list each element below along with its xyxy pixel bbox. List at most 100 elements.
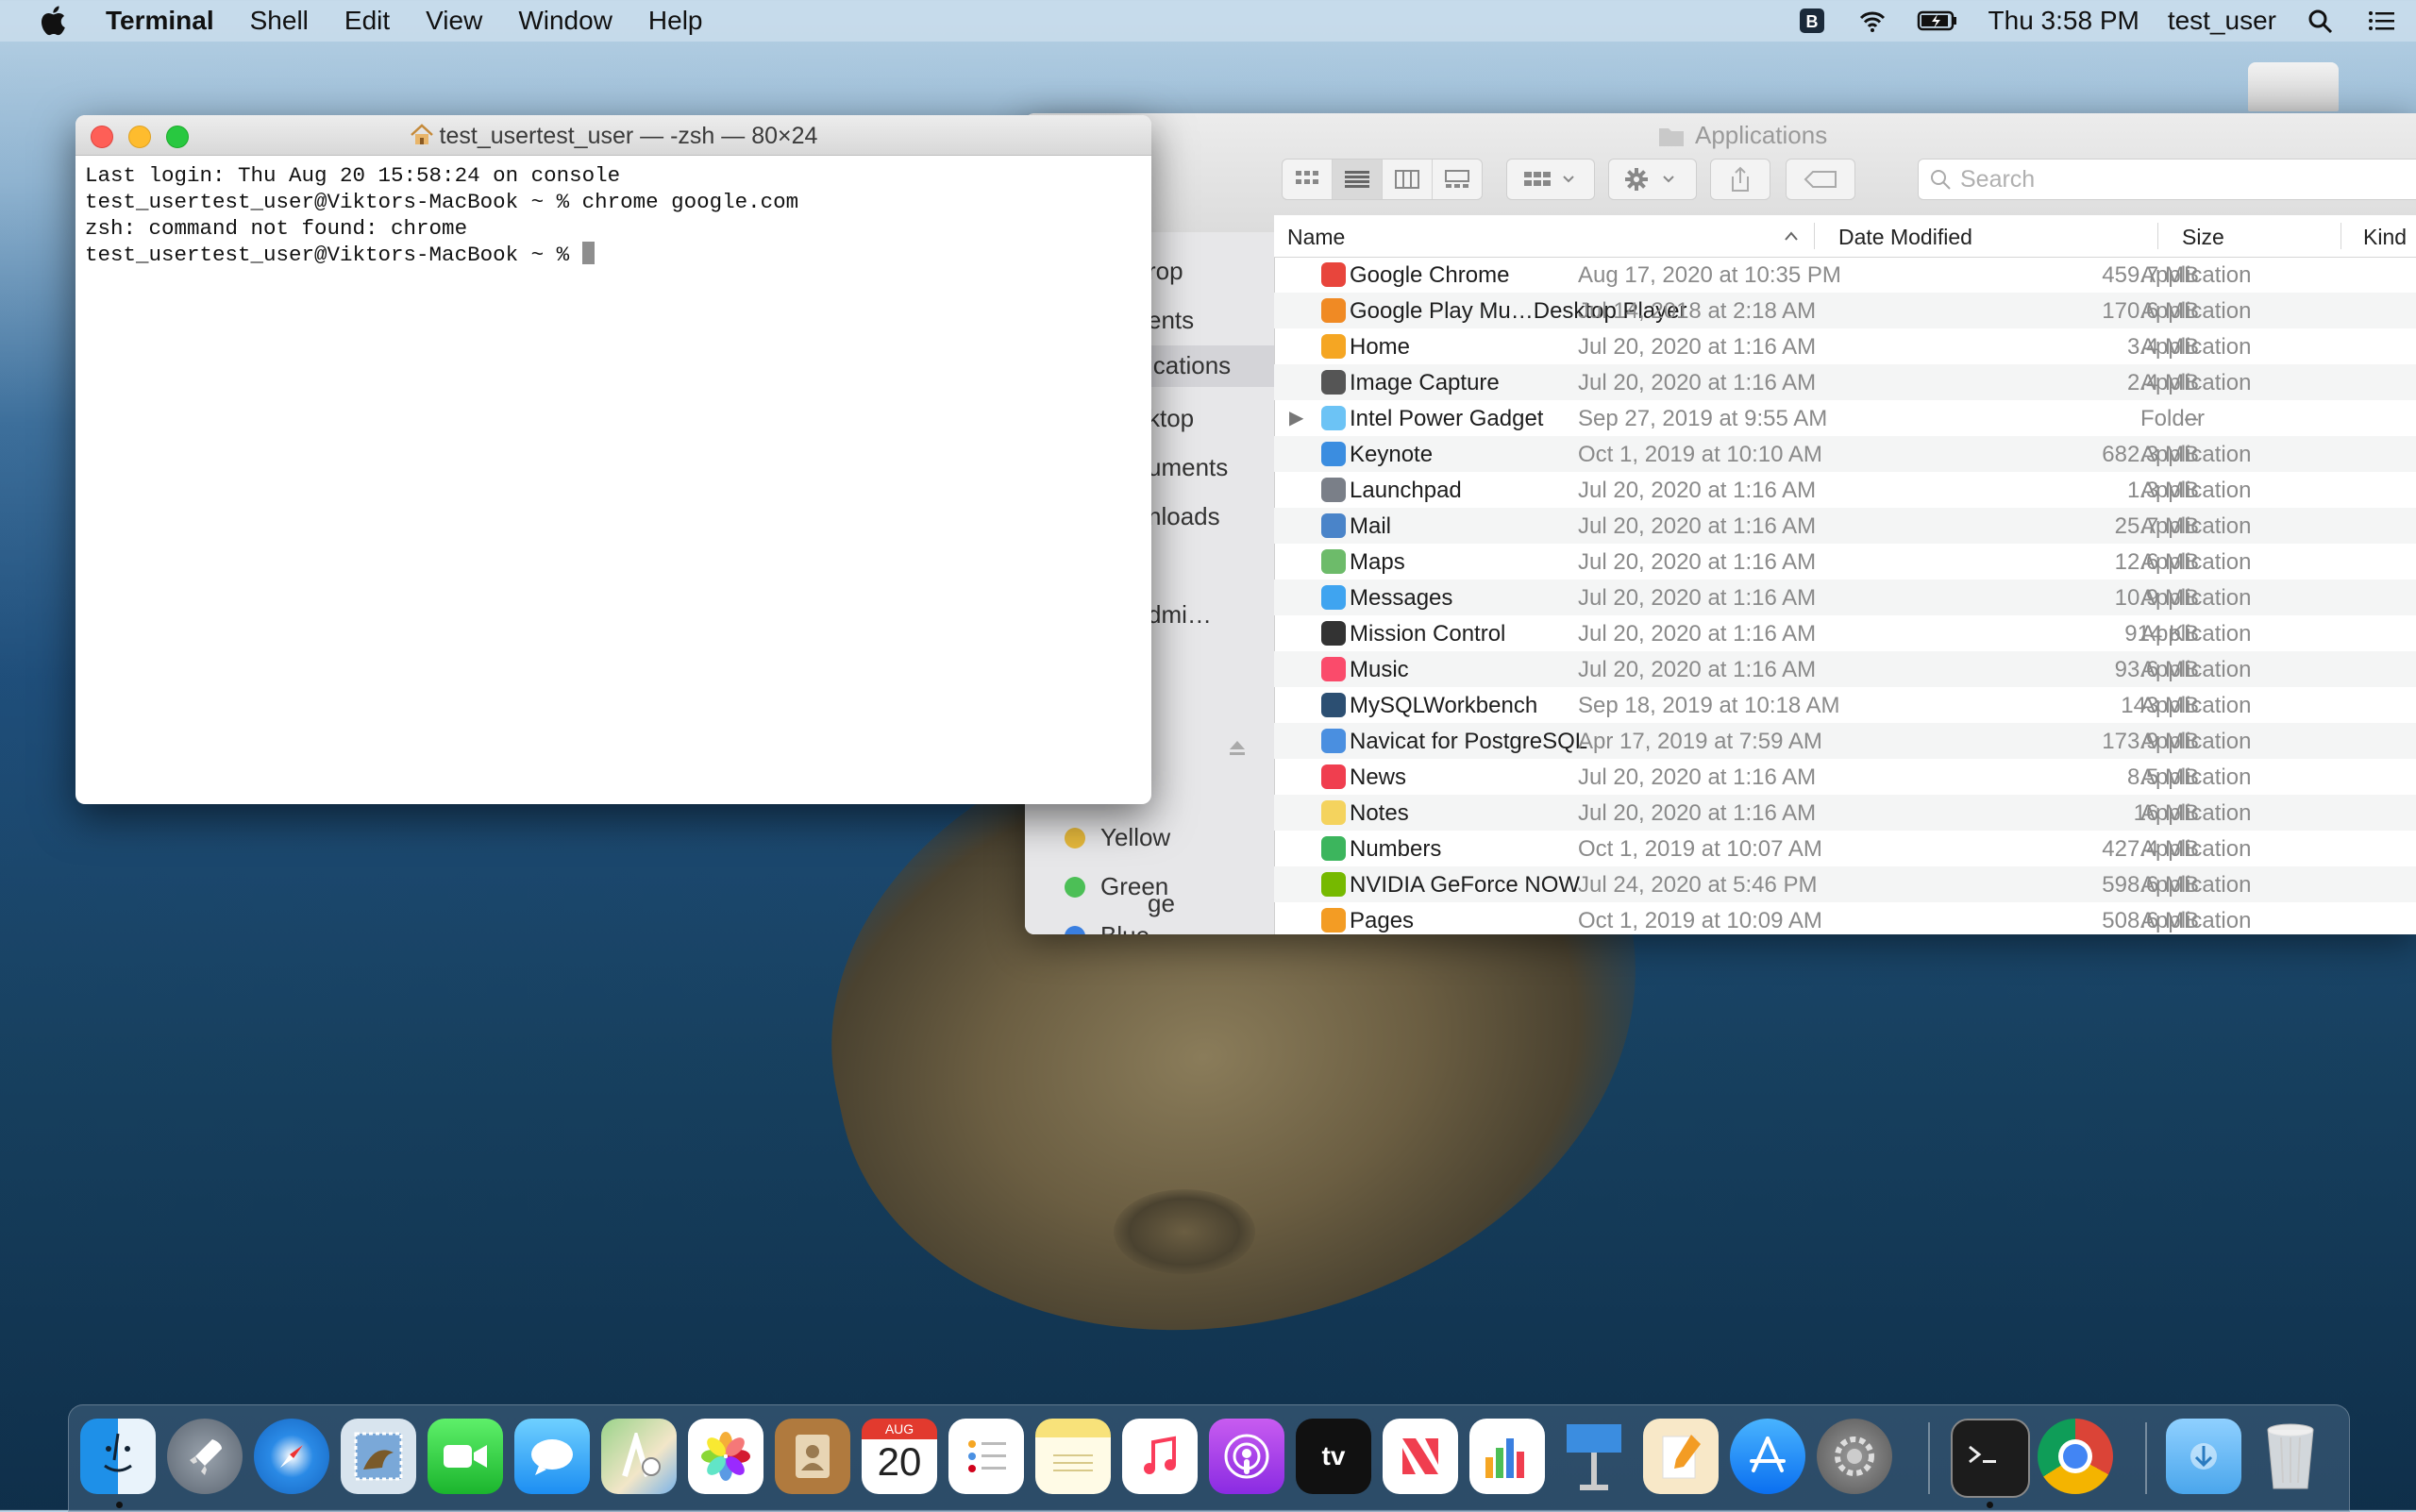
file-row[interactable]: Mail Jul 20, 2020 at 1:16 AM 25.7 MB Applic… bbox=[1274, 508, 2416, 544]
photos-dock-icon[interactable] bbox=[688, 1419, 763, 1494]
file-row[interactable]: Mission Control Jul 20, 2020 at 1:16 AM 91… bbox=[1274, 615, 2416, 651]
file-date: Jul 20, 2020 at 1:16 AM bbox=[1578, 513, 1817, 539]
music-dock-icon[interactable] bbox=[1122, 1419, 1198, 1494]
sidebar-item-storage[interactable]: ge bbox=[1148, 889, 1175, 918]
column-header-name[interactable]: Name bbox=[1287, 225, 1345, 250]
file-row[interactable]: Notes Jul 20, 2020 at 1:16 AM 16 MB Applica… bbox=[1274, 795, 2416, 831]
notification-center-icon[interactable] bbox=[2365, 7, 2397, 35]
sidebar-item-airdrop[interactable]: rop bbox=[1148, 257, 1183, 286]
sidebar-item-desktop[interactable]: ktop bbox=[1148, 404, 1194, 433]
downloads-stack-dock-icon[interactable] bbox=[2166, 1419, 2241, 1494]
action-button[interactable] bbox=[1608, 159, 1697, 200]
file-row[interactable]: Home Jul 20, 2020 at 1:16 AM 3.4 MB Applica… bbox=[1274, 328, 2416, 364]
icon-view-button[interactable] bbox=[1283, 160, 1333, 199]
terminal-prompt-line[interactable]: test_usertest_user@Viktors-MacBook ~ % bbox=[85, 242, 798, 268]
maps-dock-icon[interactable] bbox=[601, 1419, 677, 1494]
file-row[interactable]: Google Play Mu…Desktop Player Jul 14, 201… bbox=[1274, 293, 2416, 328]
disclosure-triangle-icon[interactable]: ▶ bbox=[1289, 406, 1303, 429]
finder-window[interactable]: Applications Search rop ents ications kt… bbox=[1025, 113, 2416, 934]
mail-stamp-dock-icon[interactable] bbox=[341, 1419, 416, 1494]
menu-edit[interactable]: Edit bbox=[344, 6, 390, 36]
menubar-user[interactable]: test_user bbox=[2168, 6, 2276, 36]
menu-help[interactable]: Help bbox=[648, 6, 703, 36]
wifi-icon[interactable] bbox=[1856, 7, 1888, 35]
app-icon bbox=[1321, 549, 1346, 574]
notes-dock-icon[interactable] bbox=[1035, 1419, 1111, 1494]
launchpad-dock-icon[interactable] bbox=[167, 1419, 243, 1494]
file-row[interactable]: ▶ Intel Power Gadget Sep 27, 2019 at 9:55 … bbox=[1274, 400, 2416, 436]
file-row[interactable]: Image Capture Jul 20, 2020 at 1:16 AM 2.4 … bbox=[1274, 364, 2416, 400]
menu-app-name[interactable]: Terminal bbox=[106, 6, 214, 36]
desktop-drive-icon[interactable] bbox=[2248, 62, 2339, 111]
sidebar-item-documents[interactable]: uments bbox=[1148, 453, 1228, 482]
menu-window[interactable]: Window bbox=[518, 6, 612, 36]
numbers-dock-icon[interactable] bbox=[1469, 1419, 1545, 1494]
terminal-title-text: test_usertest_user — -zsh — 80×24 bbox=[439, 123, 818, 149]
file-row[interactable]: Numbers Oct 1, 2019 at 10:07 AM 427.4 MB Ap… bbox=[1274, 831, 2416, 866]
news-dock-icon[interactable] bbox=[1383, 1419, 1458, 1494]
finder-running-indicator bbox=[116, 1502, 123, 1508]
trash-dock-icon[interactable] bbox=[2253, 1419, 2328, 1494]
contacts-dock-icon[interactable] bbox=[775, 1419, 850, 1494]
eject-icon[interactable] bbox=[1227, 738, 1248, 759]
calendar-dock-icon[interactable]: AUG 20 bbox=[862, 1419, 937, 1494]
app-store-dock-icon[interactable] bbox=[1730, 1419, 1805, 1494]
menubar-clock[interactable]: Thu 3:58 PM bbox=[1988, 6, 2139, 36]
safari-dock-icon[interactable] bbox=[254, 1419, 329, 1494]
pages-dock-icon[interactable] bbox=[1643, 1419, 1719, 1494]
file-row[interactable]: Google Chrome Aug 17, 2020 at 10:35 PM 459… bbox=[1274, 257, 2416, 293]
column-header-date[interactable]: Date Modified bbox=[1838, 225, 1972, 250]
sidebar-item-admin-volume[interactable]: dmi… bbox=[1148, 600, 1212, 630]
search-input[interactable]: Search bbox=[1918, 159, 2416, 200]
terminal-titlebar[interactable]: test_usertest_user — -zsh — 80×24 bbox=[76, 115, 1151, 156]
file-row[interactable]: Keynote Oct 1, 2019 at 10:10 AM 682.3 MB Ap… bbox=[1274, 436, 2416, 472]
tags-button[interactable] bbox=[1786, 159, 1855, 200]
file-row[interactable]: NVIDIA GeForce NOW Jul 24, 2020 at 5:46 P… bbox=[1274, 866, 2416, 902]
battery-icon[interactable] bbox=[1917, 7, 1960, 35]
file-row[interactable]: Messages Jul 20, 2020 at 1:16 AM 10.9 MB Ap… bbox=[1274, 580, 2416, 615]
view-mode-switcher[interactable] bbox=[1282, 159, 1483, 200]
terminal-output[interactable]: Last login: Thu Aug 20 15:58:24 on conso… bbox=[85, 162, 798, 268]
gallery-view-button[interactable] bbox=[1433, 160, 1482, 199]
chrome-dock-icon[interactable] bbox=[2038, 1419, 2113, 1494]
file-kind: Application bbox=[2140, 621, 2252, 647]
file-row[interactable]: News Jul 20, 2020 at 1:16 AM 8.5 MB Applica… bbox=[1274, 759, 2416, 795]
file-row[interactable]: MySQLWorkbench Sep 18, 2019 at 10:18 AM 14… bbox=[1274, 687, 2416, 723]
file-row[interactable]: Launchpad Jul 20, 2020 at 1:16 AM 1.3 MB Ap… bbox=[1274, 472, 2416, 508]
podcasts-dock-icon[interactable] bbox=[1209, 1419, 1284, 1494]
calendar-month: AUG bbox=[862, 1419, 937, 1439]
terminal-dock-icon[interactable] bbox=[1951, 1419, 2030, 1498]
column-divider[interactable] bbox=[1814, 223, 1815, 249]
share-button[interactable] bbox=[1710, 159, 1770, 200]
group-by-button[interactable] bbox=[1506, 159, 1595, 200]
column-divider[interactable] bbox=[2340, 223, 2341, 249]
file-name: Navicat for PostgreSQL bbox=[1350, 729, 1588, 754]
spotlight-search-icon[interactable] bbox=[2305, 7, 2337, 35]
menu-view[interactable]: View bbox=[426, 6, 482, 36]
column-divider[interactable] bbox=[2157, 223, 2158, 249]
column-header-size[interactable]: Size bbox=[2182, 225, 2224, 250]
column-view-button[interactable] bbox=[1383, 160, 1433, 199]
sidebar-item-recents[interactable]: ents bbox=[1148, 306, 1194, 335]
menu-shell[interactable]: Shell bbox=[250, 6, 309, 36]
appletv-dock-icon[interactable]: tv bbox=[1296, 1419, 1371, 1494]
file-row[interactable]: Pages Oct 1, 2019 at 10:09 AM 508.6 MB Appl… bbox=[1274, 902, 2416, 934]
messages-dock-icon[interactable] bbox=[514, 1419, 590, 1494]
app-status-icon[interactable]: B bbox=[1796, 7, 1828, 35]
finder-dock-icon[interactable] bbox=[80, 1419, 156, 1494]
tag-icon bbox=[1804, 171, 1837, 188]
file-row[interactable]: Maps Jul 20, 2020 at 1:16 AM 12.6 MB Applic… bbox=[1274, 544, 2416, 580]
list-view-button[interactable] bbox=[1333, 160, 1383, 199]
reminders-dock-icon[interactable] bbox=[948, 1419, 1024, 1494]
column-header-kind[interactable]: Kind bbox=[2363, 225, 2407, 250]
facetime-dock-icon[interactable] bbox=[428, 1419, 503, 1494]
terminal-window[interactable]: test_usertest_user — -zsh — 80×24 Last l… bbox=[76, 115, 1151, 804]
sidebar-item-downloads[interactable]: nloads bbox=[1148, 502, 1220, 531]
apple-menu-icon[interactable] bbox=[38, 4, 72, 38]
dock-separator bbox=[2145, 1422, 2147, 1494]
file-name: NVIDIA GeForce NOW bbox=[1350, 872, 1581, 898]
file-row[interactable]: Navicat for PostgreSQL Apr 17, 2019 at 7:… bbox=[1274, 723, 2416, 759]
keynote-dock-icon[interactable] bbox=[1556, 1419, 1632, 1494]
system-preferences-dock-icon[interactable] bbox=[1817, 1419, 1892, 1494]
file-row[interactable]: Music Jul 20, 2020 at 1:16 AM 93.6 MB Appli… bbox=[1274, 651, 2416, 687]
